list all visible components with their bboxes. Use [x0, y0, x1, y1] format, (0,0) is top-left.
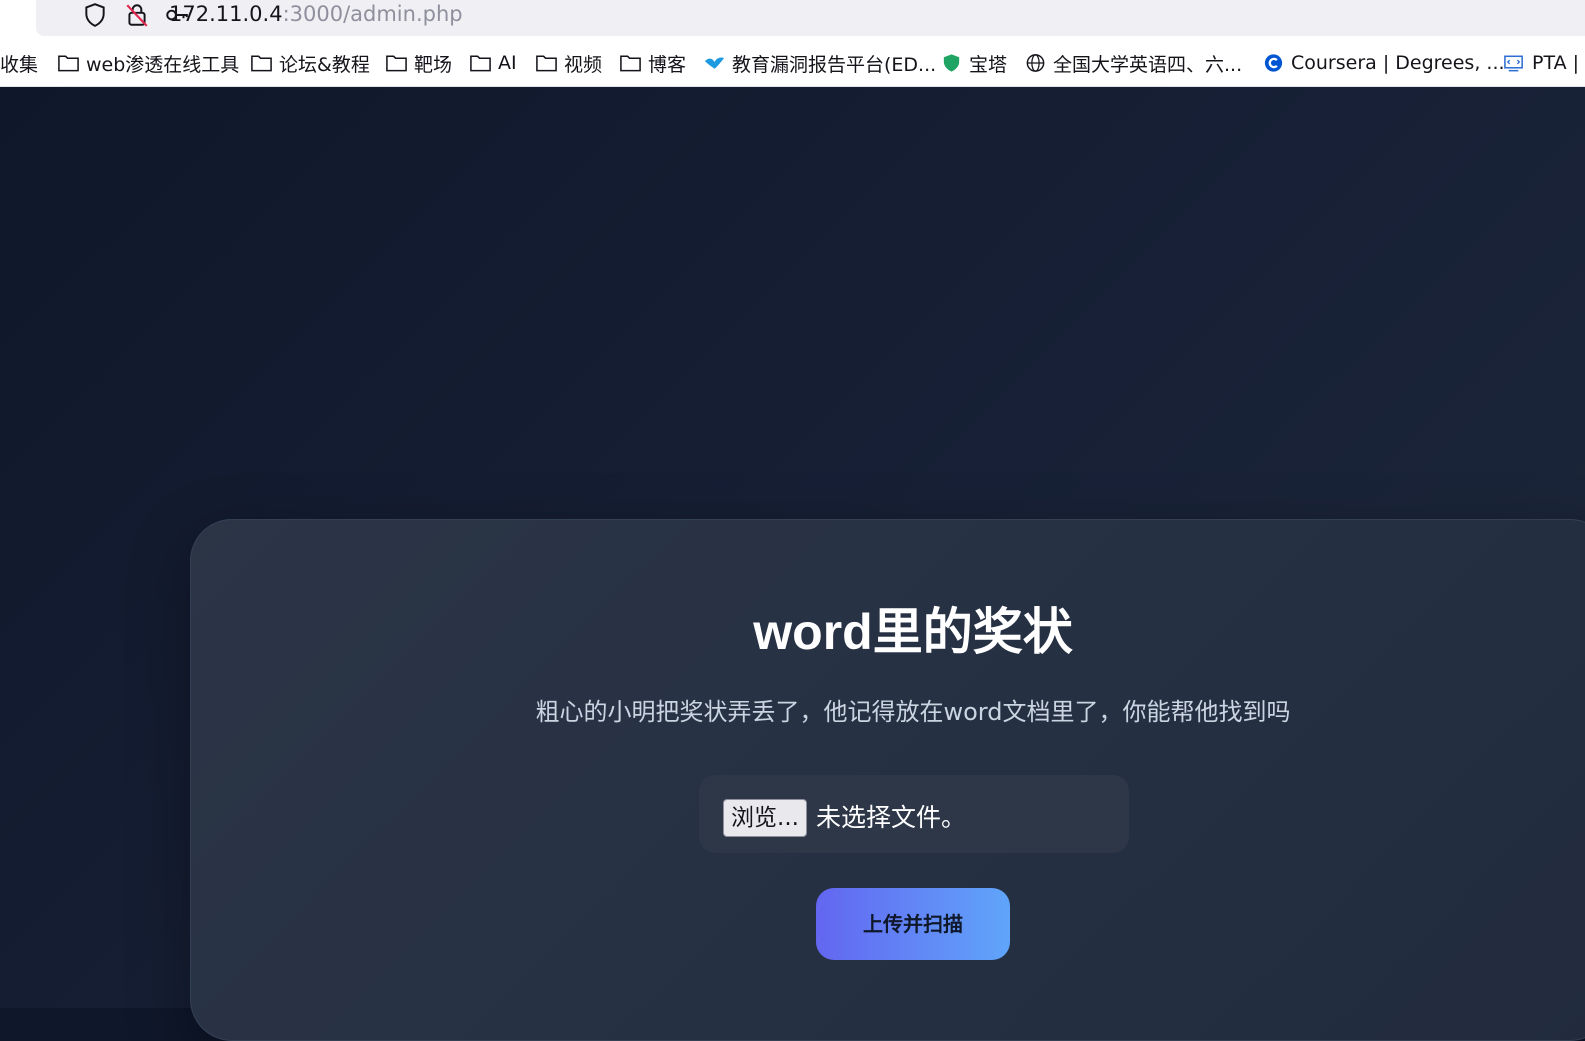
bookmark-label: 宝塔 [969, 53, 1008, 76]
file-status-text: 未选择文件。 [816, 803, 967, 832]
bookmark-item[interactable]: 宝塔 [940, 48, 1007, 78]
folder-icon [251, 55, 272, 72]
coursera-icon [1264, 54, 1283, 72]
folder-icon [386, 55, 407, 72]
bookmark-folder[interactable]: 博客 [619, 48, 686, 78]
browser-toolbar: 172.11.0.4:3000/admin.php [0, 0, 1585, 38]
bookmark-item[interactable]: 收集 [0, 48, 38, 78]
pta-icon [1504, 55, 1523, 72]
browse-file-button[interactable]: 浏览... [723, 799, 807, 837]
globe-icon [1026, 54, 1045, 72]
bookmark-label: 收集 [0, 53, 39, 76]
url-host: 172.11.0.4 [169, 2, 283, 26]
page-subtitle: 粗心的小明把奖状弄丢了，他记得放在word文档里了，你能帮他找到吗 [535, 698, 1291, 726]
folder-icon [536, 55, 557, 72]
bookmarks-bar: 收集 web渗透在线工具 论坛&教程 靶场 AI 视频 博客 教育漏洞报告平台(… [0, 38, 1585, 87]
bookmark-item[interactable]: PTA | [1503, 48, 1579, 78]
bookmark-label: 视频 [564, 53, 603, 76]
bookmark-label: 教育漏洞报告平台(ED... [732, 53, 937, 76]
folder-icon [58, 55, 79, 72]
bookmark-label: 全国大学英语四、六... [1053, 53, 1243, 76]
bird-icon [704, 57, 725, 69]
bookmark-folder[interactable]: 视频 [535, 48, 602, 78]
bookmark-label: 靶场 [414, 53, 453, 76]
bookmark-folder[interactable]: web渗透在线工具 [57, 48, 239, 78]
shield-icon [943, 54, 960, 72]
shield-icon[interactable] [82, 2, 108, 28]
insecure-lock-icon[interactable] [124, 2, 150, 28]
bookmark-label: 论坛&教程 [279, 53, 370, 76]
url-text[interactable]: 172.11.0.4:3000/admin.php [169, 0, 463, 30]
bookmark-folder[interactable]: AI [469, 48, 517, 78]
bookmark-label: Coursera | Degrees, ... [1291, 52, 1505, 74]
upload-scan-button[interactable]: 上传并扫描 [816, 888, 1010, 960]
bookmark-folder[interactable]: 论坛&教程 [250, 48, 370, 78]
page-title: word里的奖状 [753, 604, 1073, 660]
bookmark-label: PTA | [1532, 52, 1580, 74]
folder-icon [620, 55, 641, 72]
url-path: :3000/admin.php [282, 2, 463, 26]
bookmark-label: 博客 [648, 53, 687, 76]
bookmark-item[interactable]: 全国大学英语四、六... [1024, 48, 1242, 78]
bookmark-label: web渗透在线工具 [86, 53, 240, 76]
bookmark-folder[interactable]: 靶场 [385, 48, 452, 78]
folder-icon [470, 55, 491, 72]
bookmark-label: AI [498, 52, 517, 74]
bookmark-item[interactable]: Coursera | Degrees, ... [1262, 48, 1505, 78]
bookmark-item[interactable]: 教育漏洞报告平台(ED... [703, 48, 936, 78]
